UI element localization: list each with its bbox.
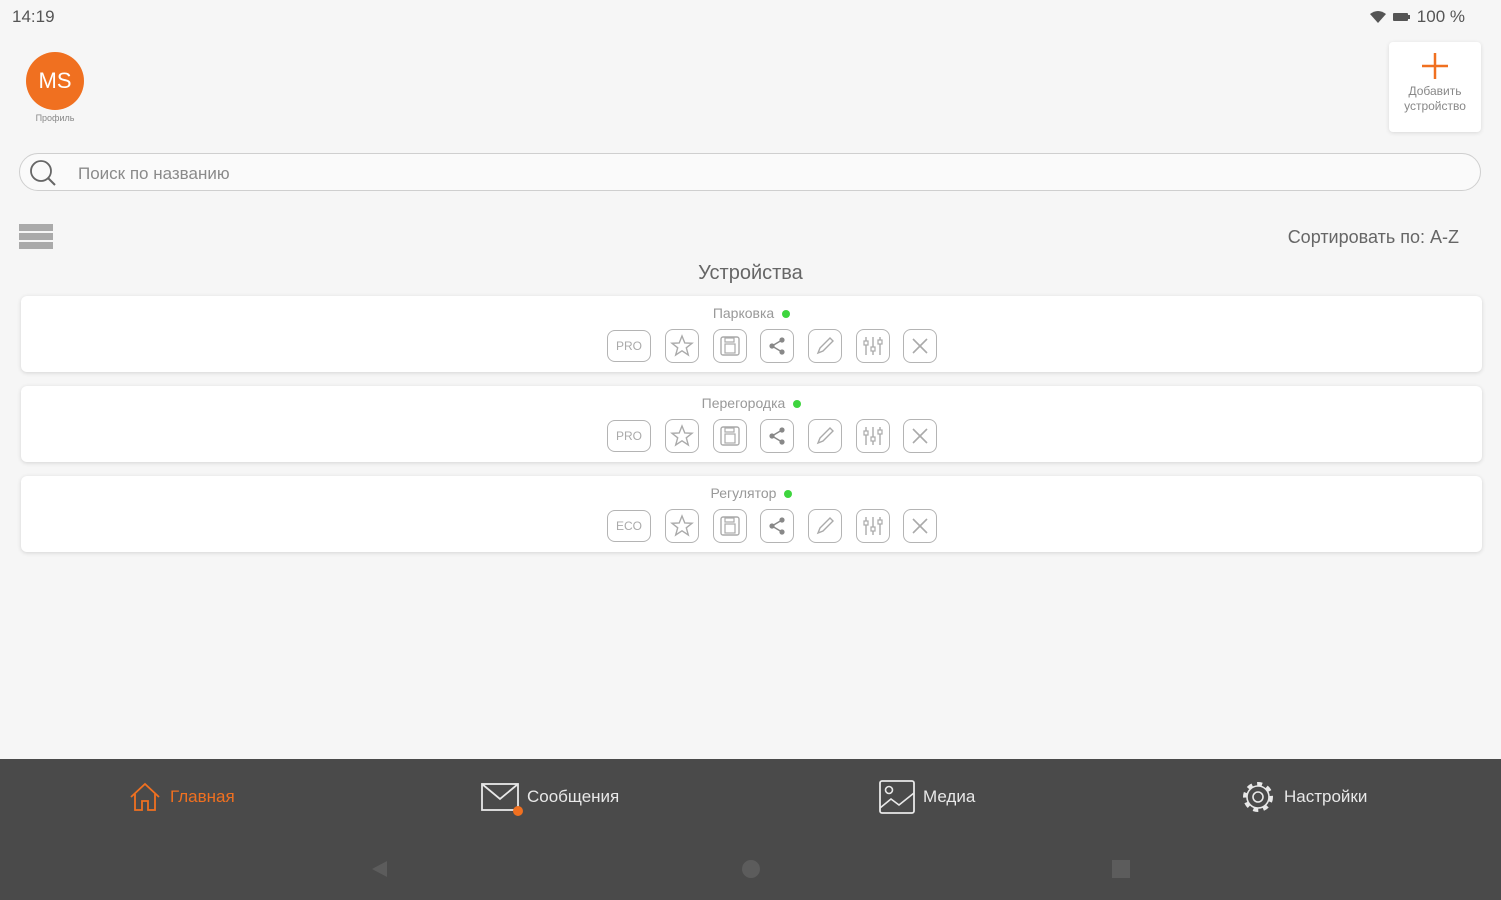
- tier-badge-button[interactable]: ECO: [607, 510, 651, 542]
- floppy-icon: [719, 516, 740, 536]
- status-time: 14:19: [12, 7, 55, 26]
- list-view-icon[interactable]: [19, 223, 53, 249]
- online-status-dot: [782, 310, 791, 319]
- floppy-icon: [719, 426, 740, 446]
- floppy-icon: [719, 336, 740, 356]
- nav-media[interactable]: Медиа: [879, 779, 975, 815]
- recent-apps-icon[interactable]: [1111, 859, 1131, 879]
- share-icon: [769, 337, 785, 355]
- bottom-navigation: Главная Сообщения Медиа Настройки: [0, 759, 1501, 900]
- nav-home-label: Главная: [170, 787, 235, 806]
- share-icon: [769, 517, 785, 535]
- section-title: Устройства: [698, 262, 803, 284]
- tier-badge-button[interactable]: PRO: [607, 330, 651, 362]
- save-button[interactable]: [712, 419, 747, 453]
- star-icon: [670, 424, 694, 447]
- gear-icon: [1243, 782, 1273, 812]
- favorite-button[interactable]: [665, 329, 699, 363]
- device-name: Регулятор: [710, 485, 777, 501]
- favorite-button[interactable]: [665, 419, 699, 453]
- nav-settings[interactable]: Настройки: [1240, 779, 1367, 815]
- add-device-button[interactable]: Добавить устройство: [1389, 42, 1481, 132]
- device-actions: PRO: [607, 419, 951, 453]
- battery-level: 100 %: [1416, 7, 1465, 26]
- nav-home[interactable]: Главная: [128, 779, 235, 815]
- nav-media-label: Медиа: [923, 787, 976, 806]
- share-button[interactable]: [760, 329, 795, 363]
- plus-icon: [1422, 53, 1448, 79]
- edit-button[interactable]: [808, 509, 843, 543]
- online-status-dot: [793, 400, 802, 409]
- profile-caption: Профиль: [35, 113, 75, 123]
- nav-messages[interactable]: Сообщения: [481, 779, 620, 816]
- device-actions: ECO: [607, 509, 951, 543]
- unread-indicator: [513, 806, 523, 816]
- pencil-icon: [816, 427, 835, 445]
- close-icon: [912, 428, 929, 444]
- battery-icon: [1392, 13, 1410, 21]
- save-button[interactable]: [712, 509, 747, 543]
- search-bar: [19, 153, 1481, 191]
- close-icon: [912, 338, 929, 354]
- wifi-icon: [1369, 11, 1386, 23]
- favorite-button[interactable]: [665, 509, 699, 543]
- device-card[interactable]: Перегородка PRO: [21, 386, 1482, 462]
- adjust-button[interactable]: [855, 419, 890, 453]
- share-button[interactable]: [760, 509, 795, 543]
- device-actions: PRO: [607, 329, 951, 363]
- edit-button[interactable]: [808, 329, 843, 363]
- search-input[interactable]: [76, 158, 1460, 190]
- status-icons: 100 %: [1369, 7, 1465, 27]
- tier-badge-button[interactable]: PRO: [607, 420, 651, 452]
- home-icon: [130, 782, 160, 811]
- pencil-icon: [816, 517, 835, 535]
- device-name: Перегородка: [701, 395, 786, 411]
- image-icon: [879, 780, 915, 814]
- sliders-icon: [863, 427, 883, 445]
- delete-button[interactable]: [903, 509, 938, 543]
- edit-button[interactable]: [808, 419, 843, 453]
- device-name: Парковка: [712, 305, 775, 321]
- back-icon[interactable]: [369, 859, 389, 879]
- status-bar: 14:19 100 %: [0, 0, 1501, 34]
- sliders-icon: [863, 517, 883, 535]
- add-device-label: Добавить устройство: [1404, 84, 1466, 113]
- device-card[interactable]: Регулятор ECO: [21, 476, 1482, 552]
- delete-button[interactable]: [903, 329, 938, 363]
- save-button[interactable]: [712, 329, 747, 363]
- home-circle-icon[interactable]: [741, 859, 761, 879]
- device-card[interactable]: Парковка PRO: [21, 296, 1482, 372]
- sliders-icon: [863, 337, 883, 355]
- share-icon: [769, 427, 785, 445]
- online-status-dot: [784, 490, 793, 499]
- star-icon: [670, 514, 694, 537]
- adjust-button[interactable]: [855, 329, 890, 363]
- close-icon: [912, 518, 929, 534]
- avatar: MS: [26, 52, 84, 110]
- nav-messages-label: Сообщения: [527, 787, 620, 806]
- profile-button[interactable]: MS Профиль: [22, 52, 88, 123]
- nav-settings-label: Настройки: [1284, 787, 1368, 806]
- search-icon: [30, 160, 56, 186]
- delete-button[interactable]: [903, 419, 938, 453]
- sort-button[interactable]: Сортировать по: A-Z: [1288, 227, 1459, 248]
- star-icon: [670, 334, 694, 357]
- adjust-button[interactable]: [855, 509, 890, 543]
- share-button[interactable]: [760, 419, 795, 453]
- pencil-icon: [816, 337, 835, 355]
